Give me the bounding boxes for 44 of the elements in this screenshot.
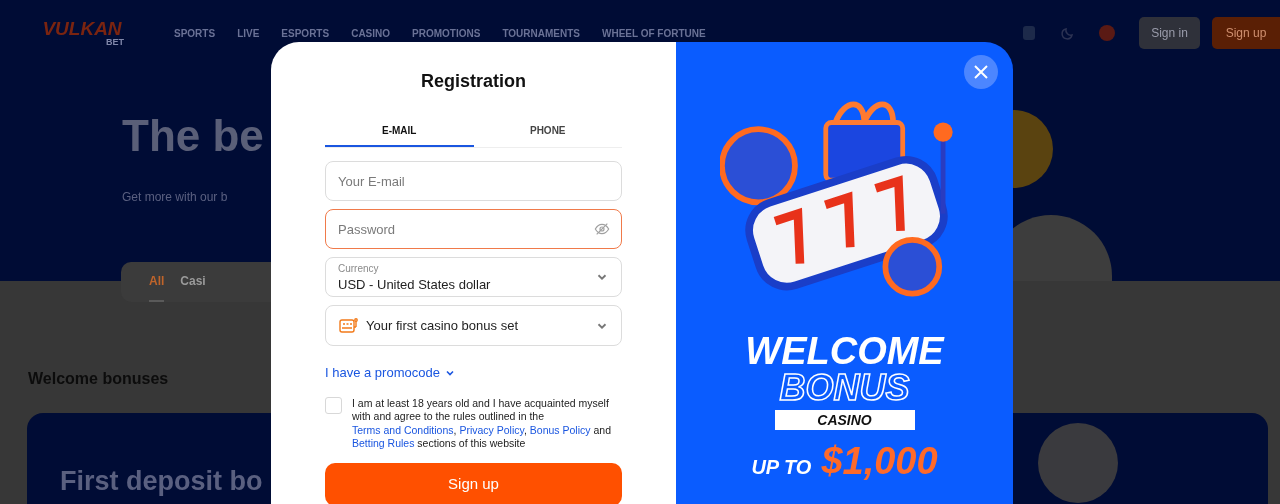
casino-tag: CASINO xyxy=(774,410,915,430)
close-icon xyxy=(973,64,989,80)
nav-link[interactable]: PROMOTIONS xyxy=(412,25,481,41)
slot-machine-icon xyxy=(338,315,358,336)
filter-tab[interactable]: Casi xyxy=(180,262,206,302)
bonus-headline: BONUS xyxy=(779,370,910,406)
consent-text: I am at least 18 years old and I have acquainted myself with and agree to the rules outlined in the Terms and Conditions, Privacy Policy, Bonus Policy and Betting Rules sections of this website xyxy=(352,396,612,451)
nav-link[interactable]: WHEEL OF FORTUNE xyxy=(602,25,706,41)
bonus-amount: $1,000 xyxy=(821,442,938,480)
sign-up-button[interactable]: Sign up xyxy=(325,462,622,504)
auth-tab[interactable]: PHONE xyxy=(473,115,622,147)
consent-checkbox[interactable] xyxy=(325,396,342,414)
field-value: Your first casino bonus set xyxy=(366,316,519,335)
policy-link[interactable]: Betting Rules xyxy=(352,437,415,449)
nav-link[interactable]: LIVE xyxy=(237,25,260,41)
logo[interactable]: VULKAN BET xyxy=(26,19,138,47)
bonus-card-title: First deposit bo xyxy=(60,465,264,498)
bonus-prefix: UP TO xyxy=(751,455,812,480)
password-field[interactable]: Password xyxy=(325,209,622,249)
moon-icon[interactable] xyxy=(1060,25,1076,41)
eye-slash-icon[interactable] xyxy=(594,221,610,237)
nav-link[interactable]: TOURNAMENTS xyxy=(502,25,580,41)
flag-icon[interactable] xyxy=(1098,24,1116,42)
sign-up-button[interactable]: Sign up xyxy=(1212,17,1280,49)
nav-link[interactable]: CASINO xyxy=(351,25,391,41)
bonus-select[interactable]: Your first casino bonus set xyxy=(325,305,622,346)
hero-subtitle: Get more with our b xyxy=(122,189,228,206)
policy-link[interactable]: Terms and Conditions xyxy=(352,423,454,436)
policy-link[interactable]: Privacy Policy xyxy=(459,423,524,436)
modal-title: Registration xyxy=(420,70,527,93)
currency-select[interactable]: Currency USD - United States dollar xyxy=(325,257,622,297)
promocode-link[interactable]: I have a promocode xyxy=(325,363,456,383)
filter-tab[interactable]: All xyxy=(149,262,165,302)
email-field[interactable]: Your E-mail xyxy=(325,161,622,201)
nav-link[interactable]: SPORTS xyxy=(174,25,216,41)
policy-link[interactable]: Bonus Policy xyxy=(529,423,591,436)
close-button[interactable] xyxy=(964,55,998,89)
field-label: Currency xyxy=(338,263,380,274)
welcome-headline: WELCOME xyxy=(745,332,944,370)
nav-link[interactable]: ESPORTS xyxy=(281,25,330,41)
hero-title: The be xyxy=(122,114,264,158)
auth-tab[interactable]: E-MAIL xyxy=(325,115,474,147)
sign-in-button[interactable]: Sign in xyxy=(1139,17,1200,49)
field-value: USD - United States dollar xyxy=(338,277,491,291)
